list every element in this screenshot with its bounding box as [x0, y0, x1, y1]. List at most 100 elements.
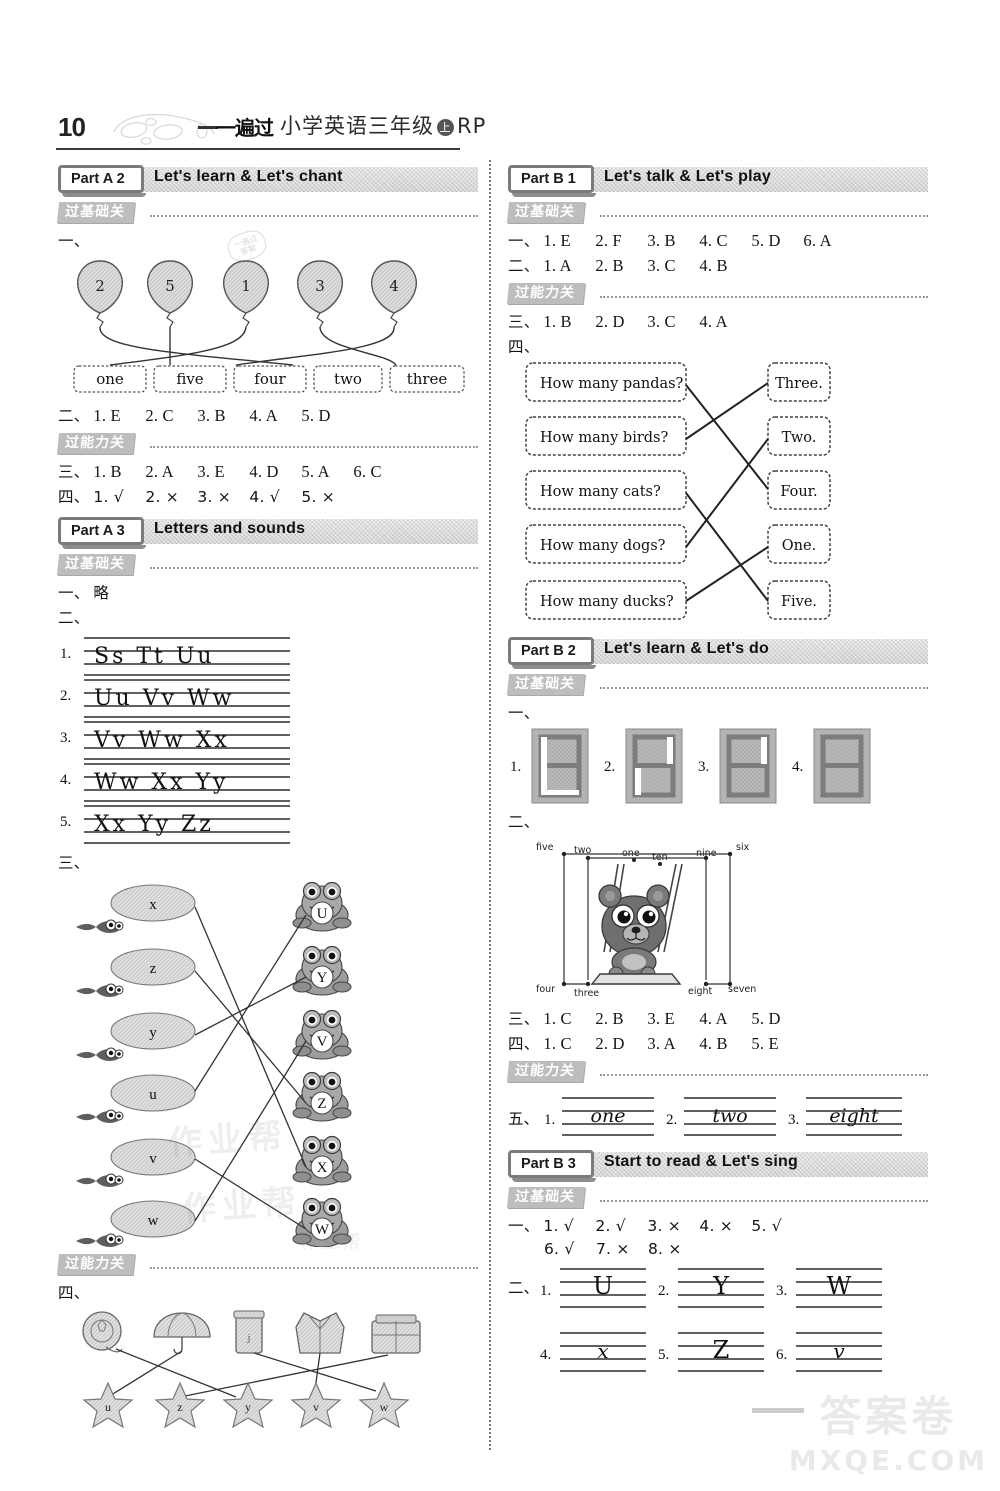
svg-text:How many dogs?: How many dogs? — [540, 538, 666, 554]
letter-answers: U Y W x Zv — [593, 1272, 852, 1364]
answer-item: 4. × — [699, 1217, 733, 1235]
gate-dots — [600, 687, 928, 689]
ex-num: 一、 — [58, 232, 90, 250]
star-group: u z y v w — [82, 1381, 410, 1429]
svg-text:W: W — [827, 1272, 852, 1300]
answer-item: 4. A — [699, 1009, 728, 1028]
answer-item: 2. C — [145, 406, 174, 425]
svg-text:One.: One. — [782, 538, 816, 554]
part-banner-b3: Part B 3 Start to read & Let's sing — [508, 1150, 928, 1182]
svg-text:1.: 1. — [540, 1283, 551, 1299]
corner-watermark-en: MXQE.COM — [788, 1444, 988, 1477]
ex-num: 二、 — [58, 407, 90, 425]
svg-text:w: w — [148, 1213, 159, 1229]
column-divider — [489, 160, 491, 1450]
exercise-number-3-a3: 三、 — [58, 851, 478, 873]
banner-shadow — [62, 193, 146, 197]
svg-text:two: two — [712, 1105, 747, 1127]
svg-text:two: two — [334, 370, 362, 388]
exercise-number-4-a3: 四、 — [58, 1281, 478, 1303]
gate-dots — [600, 1074, 928, 1076]
gate-label: 过能力关 — [506, 1061, 586, 1082]
svg-text:6.: 6. — [776, 1347, 787, 1363]
answer-item: 3. B — [197, 406, 226, 425]
answer-row-3-b1: 三、 1. B 2. D 3. C 4. A — [508, 310, 928, 332]
ex-num: 三、 — [58, 463, 90, 481]
answer-item: 2. B — [595, 1009, 624, 1028]
corner-watermark: 答案卷 MXQE.COM — [789, 1383, 988, 1477]
answer-item: 3. E — [197, 462, 225, 481]
svg-text:five: five — [536, 842, 554, 853]
svg-text:four: four — [254, 370, 286, 388]
svg-text:Four.: Four. — [780, 484, 817, 500]
answer-item: 4. D — [249, 462, 279, 481]
gate-label: 过基础关 — [56, 554, 136, 575]
answer-item: 3. A — [647, 1034, 676, 1053]
answer-item: 5. D — [301, 406, 331, 425]
svg-text:eight: eight — [688, 986, 713, 997]
banner-shadow — [512, 193, 596, 197]
gate-dots — [150, 1267, 478, 1269]
umbrella-icon — [153, 1312, 211, 1355]
answer-row-4-b2: 四、 1. C 2. D 3. A 4. B 5. E — [508, 1032, 928, 1054]
gate-basic-b2: 过基础关 — [506, 674, 928, 698]
frog-match-lines — [194, 906, 307, 1230]
frog-group: U Y V Z X W — [292, 881, 352, 1247]
answer-item: 1. B — [93, 462, 122, 481]
svg-text:How many pandas?: How many pandas? — [540, 376, 684, 392]
row-numbers: 1. 2. 3. 4. 5. — [60, 646, 71, 830]
gate-dots — [600, 296, 928, 298]
banner-shadow — [512, 1178, 596, 1182]
svg-text:3.: 3. — [776, 1283, 787, 1299]
gate-label: 过能力关 — [506, 283, 586, 304]
letter-writing-figure: 二、 1. 2. 3. 4. 5. 6. U Y W x Zv — [508, 1268, 882, 1372]
header-title-text: 小学英语三年级 — [280, 114, 434, 138]
balloon-match-lines — [99, 326, 397, 366]
svg-text:y: y — [245, 1400, 251, 1414]
svg-text:three: three — [574, 988, 599, 999]
yoyo-icon — [82, 1311, 123, 1353]
balloon-group: 2 5 1 3 4 — [77, 260, 417, 328]
gate-ability-b2: 过能力关 — [506, 1061, 928, 1085]
svg-text:Xx Yy Zz: Xx Yy Zz — [94, 812, 214, 837]
svg-text:W: W — [315, 1222, 330, 1238]
answer-row-2-a2: 二、 1. E 2. C 3. B 4. A 5. D — [58, 404, 478, 426]
svg-text:x: x — [597, 1339, 608, 1363]
svg-text:Ss Tt Uu: Ss Tt Uu — [94, 644, 215, 669]
exercise-number-4-b1: 四、 — [508, 335, 928, 357]
seven-segment-digits-figure: 1. 2. 3. 4. — [510, 725, 918, 807]
ex-num: 一、 — [508, 704, 540, 722]
answer-item: 1. E — [93, 406, 121, 425]
bug-bubbles: x z y u v w — [75, 884, 196, 1247]
svg-text:x: x — [149, 897, 157, 913]
answer-key-page: 10 一遍过 小学英语三年级上 RP Part A 2 Let's learn &… — [0, 0, 1000, 1491]
svg-text:y: y — [149, 1025, 157, 1041]
answer-item: 4. A — [699, 312, 728, 331]
part-title-a3: Letters and sounds — [154, 520, 306, 537]
ex-num: 二、 — [508, 257, 540, 275]
answer-item: 5. D — [751, 1009, 781, 1028]
svg-text:Vv Ww Xx: Vv Ww Xx — [93, 728, 230, 753]
answer-item: 4. B — [699, 256, 728, 275]
answer-item: 5. E — [751, 1034, 779, 1053]
part-tab-b3: Part B 3 — [508, 1150, 594, 1178]
gate-dots — [150, 215, 478, 217]
svg-text:U: U — [317, 906, 328, 922]
gate-basic-a3: 过基础关 — [56, 554, 478, 578]
ex-num: 三、 — [58, 854, 90, 872]
ex-num: 一、 — [58, 584, 90, 602]
ex-num: 二、 — [508, 813, 540, 831]
answer-row-4-a2: 四、 1. √ 2. × 3. × 4. √ 5. × — [58, 485, 478, 507]
ex-num: 三、 — [508, 1010, 540, 1028]
answer-item: 4. √ — [249, 488, 280, 506]
gate-basic-a2: 过基础关 — [56, 202, 478, 226]
svg-text:4.: 4. — [60, 772, 71, 788]
word-writing-figure: 五、 1. one 2. two 3. eight — [508, 1097, 902, 1136]
ex-num: 一、 — [508, 1217, 540, 1235]
gate-ability-b1: 过能力关 — [506, 283, 928, 307]
ex-num: 五、 — [508, 1110, 539, 1128]
answer-item: 2. F — [595, 231, 622, 250]
svg-text:3: 3 — [315, 277, 325, 295]
gate-label: 过能力关 — [56, 1254, 136, 1275]
svg-text:five: five — [176, 370, 203, 388]
